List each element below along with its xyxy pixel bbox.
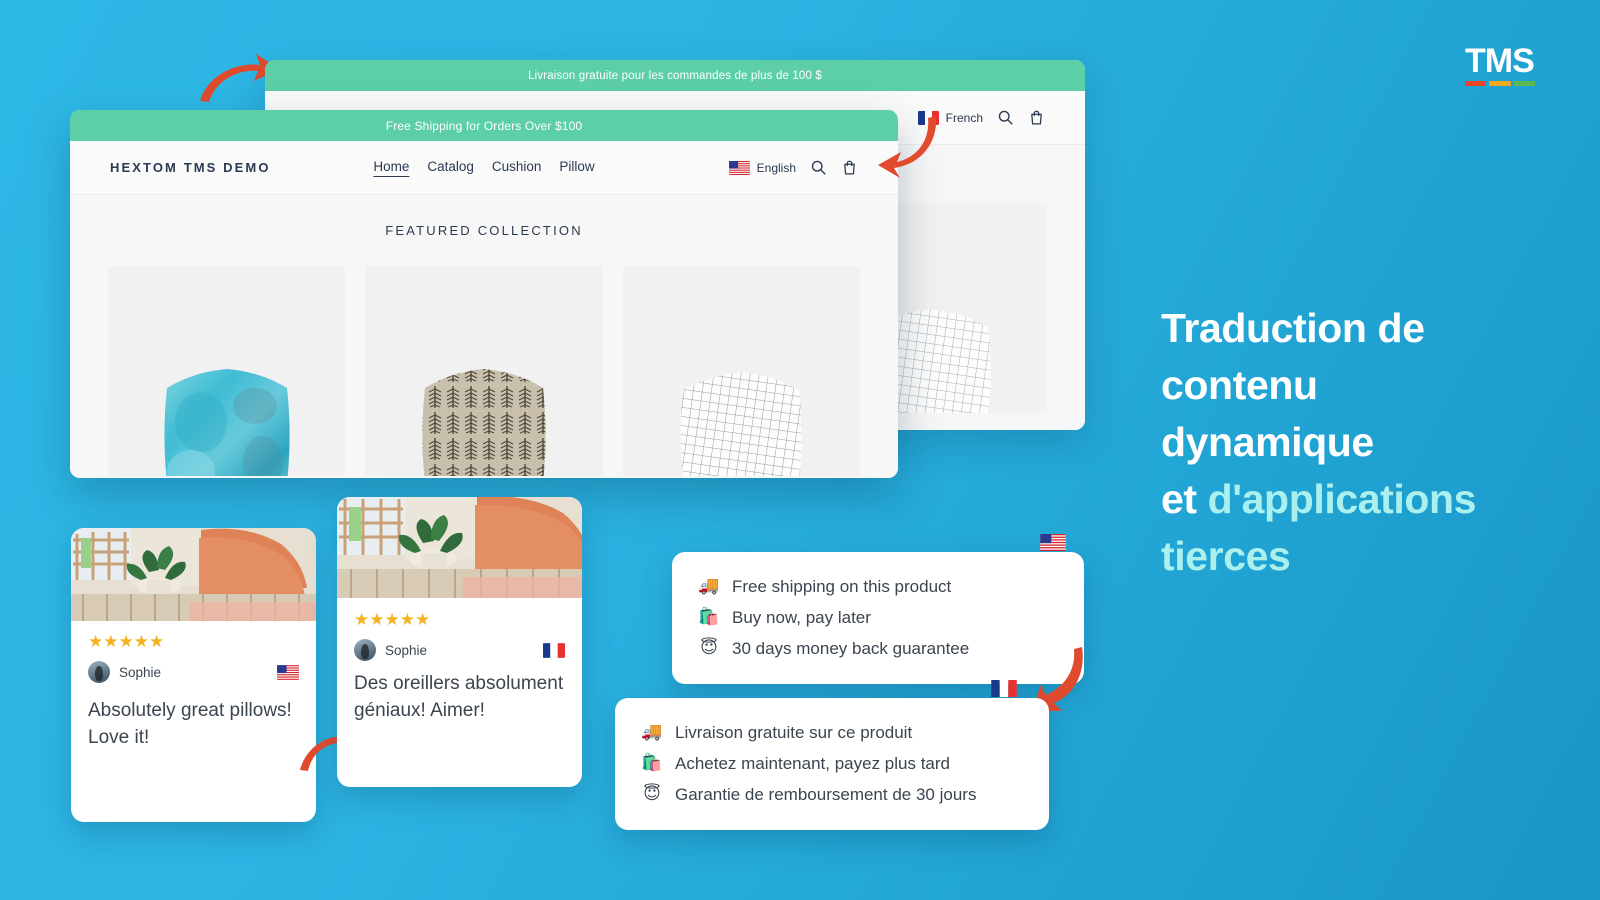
product-card[interactable]	[622, 266, 860, 476]
language-selector-english[interactable]: English	[728, 160, 796, 175]
review-body: ★★★★★ Sophie Des oreillers absolument gé…	[337, 598, 582, 724]
review-text: Absolutely great pillows! Love it!	[88, 700, 292, 748]
benefit-label: Free shipping on this product	[732, 577, 952, 596]
review-card-english: ★★★★★ Sophie Absolutely great pillows! L…	[71, 528, 316, 822]
headline-line-1: Traduction de	[1161, 305, 1425, 351]
smiling-face-halo-icon: 😇	[700, 638, 718, 658]
fern-print-pillow-image	[408, 332, 560, 476]
us-flag-icon	[1040, 534, 1066, 551]
review-text: Des oreillers absolument géniaux! Aimer!	[354, 673, 564, 721]
logo-bar-green	[1513, 81, 1535, 86]
smiling-face-halo-icon: 😇	[643, 784, 661, 804]
shopping-bags-icon: 🛍️	[698, 607, 720, 627]
promo-banner-english: Free Shipping for Orders Over $100	[70, 110, 898, 141]
cart-icon[interactable]	[1028, 109, 1045, 126]
nav-item-cushion[interactable]: Cushion	[492, 159, 542, 177]
benefits-card-french: 🚚 Livraison gratuite sur ce produit 🛍️ A…	[615, 680, 1049, 830]
fr-flag-icon	[991, 680, 1017, 697]
headline-line-3: dynamique	[1161, 419, 1374, 465]
product-card[interactable]	[108, 266, 346, 476]
benefit-label: Achetez maintenant, payez plus tard	[675, 754, 950, 773]
watercolor-teal-pillow-image	[151, 332, 303, 476]
us-flag-icon	[728, 160, 750, 175]
benefit-label: Buy now, pay later	[732, 608, 871, 627]
review-photo	[71, 528, 316, 621]
search-icon[interactable]	[810, 159, 827, 176]
reviewer-name: Sophie	[385, 642, 428, 658]
benefit-label: Garantie de remboursement de 30 jours	[675, 785, 977, 804]
headline-line-2: contenu	[1161, 362, 1318, 408]
delivery-truck-icon: 🚚	[698, 576, 720, 596]
benefits-card-english: 🚚 Free shipping on this product 🛍️ Buy n…	[672, 534, 1084, 684]
reviewer-row: Sophie	[354, 639, 565, 661]
benefit-row: 🚚 Free shipping on this product	[698, 571, 1058, 602]
product-card[interactable]	[365, 266, 603, 476]
promo-banner-french: Livraison gratuite pour les commandes de…	[265, 60, 1085, 91]
us-flag-icon	[277, 664, 299, 680]
review-card-french: ★★★★★ Sophie Des oreillers absolument gé…	[337, 497, 582, 787]
benefit-row: 🚚 Livraison gratuite sur ce produit	[641, 717, 1023, 748]
page-title: Traduction de contenu dynamique et d'app…	[1161, 300, 1561, 585]
nav-item-home[interactable]: Home	[373, 159, 410, 177]
grid-line-pillow-image	[665, 332, 817, 476]
rating-stars: ★★★★★	[88, 632, 165, 651]
search-icon[interactable]	[997, 109, 1014, 126]
store-header-english: HEXTOM TMS DEMO Home Catalog Cushion Pil…	[70, 141, 898, 195]
benefit-label: Livraison gratuite sur ce produit	[675, 723, 913, 742]
language-label-french: French	[945, 110, 983, 125]
product-grid-english	[70, 238, 898, 476]
fr-flag-icon	[543, 642, 565, 658]
benefit-row: 😇 30 days money back guarantee	[698, 633, 1058, 664]
review-body: ★★★★★ Sophie Absolutely great pillows! L…	[71, 621, 316, 751]
tms-logo-bars	[1465, 81, 1535, 86]
benefit-row: 🛍️ Buy now, pay later	[698, 602, 1058, 633]
avatar	[354, 639, 376, 661]
logo-bar-orange	[1489, 81, 1511, 86]
benefit-row: 😇 Garantie de remboursement de 30 jours	[641, 779, 1023, 810]
header-actions-english: English	[728, 159, 858, 176]
logo-bar-red	[1465, 81, 1487, 86]
nav-item-catalog[interactable]: Catalog	[427, 159, 474, 177]
headline-line-4-plain: et	[1161, 476, 1208, 522]
featured-collection-heading: FEATURED COLLECTION	[385, 223, 583, 238]
delivery-truck-icon: 🚚	[641, 722, 663, 742]
nav-item-pillow[interactable]: Pillow	[559, 159, 594, 177]
store-name: HEXTOM TMS DEMO	[110, 160, 271, 175]
rating-stars: ★★★★★	[354, 610, 431, 629]
avatar	[88, 661, 110, 683]
headline-line-5-accent: tierces	[1161, 533, 1291, 579]
arrow-to-english-cart	[878, 112, 942, 182]
reviewer-row: Sophie	[88, 661, 299, 683]
headline-line-4-accent: d'applications	[1207, 476, 1477, 522]
benefit-row: 🛍️ Achetez maintenant, payez plus tard	[641, 748, 1023, 779]
storefront-window-english: Free Shipping for Orders Over $100 HEXTO…	[70, 110, 898, 478]
language-label-english: English	[756, 160, 796, 175]
shopping-bags-icon: 🛍️	[641, 753, 663, 773]
reviewer-name: Sophie	[119, 664, 162, 680]
poster-canvas: TMS Traduction de contenu dynamique et d…	[0, 0, 1600, 900]
tms-logo-text: TMS	[1465, 42, 1535, 80]
store-nav: Home Catalog Cushion Pillow	[373, 159, 595, 177]
cart-icon[interactable]	[841, 159, 858, 176]
tms-logo: TMS	[1465, 44, 1535, 86]
review-photo	[337, 497, 582, 598]
store-content-english: FEATURED COLLECTION	[70, 195, 898, 478]
benefit-label: 30 days money back guarantee	[732, 639, 970, 658]
